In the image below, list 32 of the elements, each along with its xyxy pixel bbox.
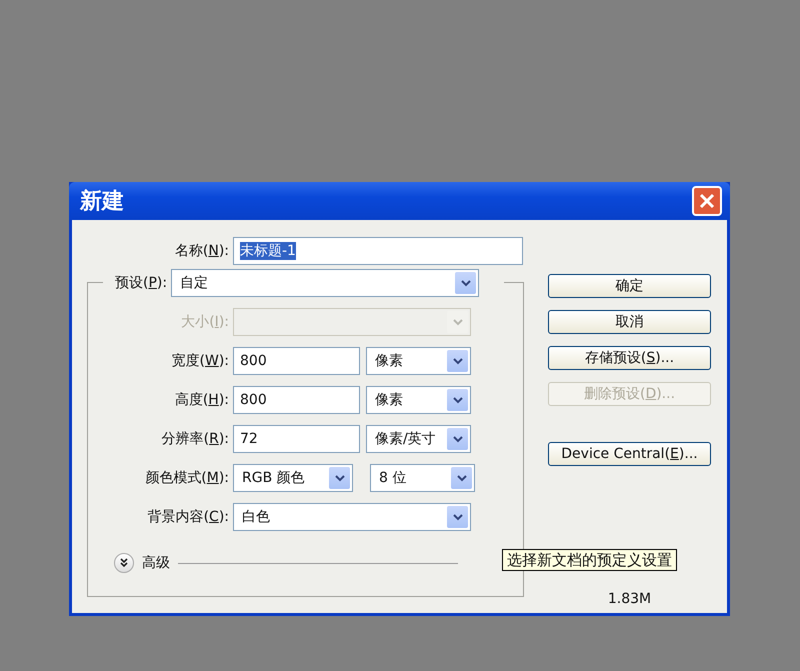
name-field[interactable]: 未标题-1	[233, 237, 523, 265]
number-field[interactable]: 800	[233, 386, 360, 414]
unit-dropdown[interactable]: 像素	[366, 347, 471, 375]
name-value: 未标题-1	[240, 242, 296, 260]
advanced-label: 高级	[142, 554, 170, 572]
field-label: 宽度(W):	[170, 352, 229, 370]
field-label: 颜色模式(M):	[144, 469, 229, 487]
image-size-value: 1.83M	[608, 591, 652, 607]
preset-dropdown[interactable]: 自定	[171, 269, 480, 297]
unit-dropdown[interactable]: 像素/英寸	[366, 425, 471, 453]
name-label: 名称(N):	[174, 242, 229, 260]
field-label: 高度(H):	[174, 391, 229, 409]
dialog-button[interactable]: 取消	[548, 310, 711, 334]
dropdown[interactable]: 白色	[233, 503, 471, 531]
field-label: 分辨率(R):	[160, 430, 229, 448]
chevron-icon	[118, 557, 130, 569]
dialog-button[interactable]: Device Central(E)...	[548, 442, 711, 466]
field-label: 大小(I):	[180, 313, 229, 331]
field-label: 背景内容(C):	[146, 508, 229, 526]
window-title: 新建	[80, 188, 124, 216]
number-field[interactable]: 800	[233, 347, 360, 375]
mode-dropdown[interactable]: RGB 颜色	[233, 464, 353, 492]
expand-button[interactable]	[114, 553, 134, 573]
close-button[interactable]	[692, 186, 722, 216]
dialog-button[interactable]: 存储预设(S)...	[548, 346, 711, 370]
number-field[interactable]: 72	[233, 425, 360, 453]
dialog-button[interactable]: 确定	[548, 274, 711, 298]
unit-dropdown[interactable]: 像素	[366, 386, 471, 414]
close-icon	[698, 192, 716, 210]
tooltip: 选择新文档的预定义设置	[502, 549, 677, 571]
bit-depth-dropdown[interactable]: 8 位	[370, 464, 475, 492]
preset-label: 预设(P):	[114, 274, 168, 292]
